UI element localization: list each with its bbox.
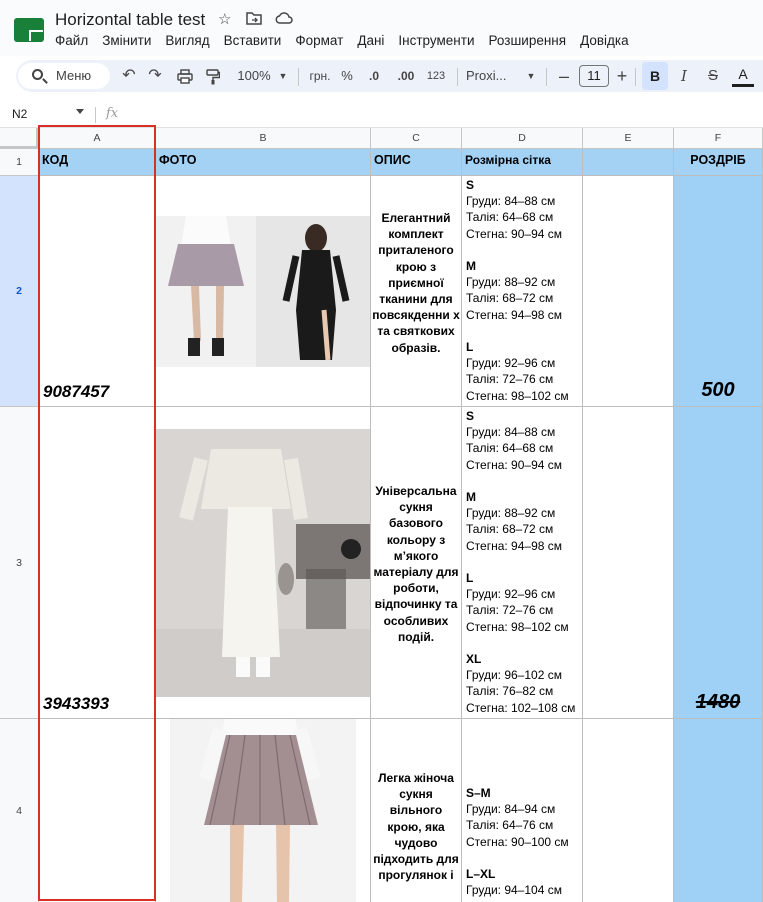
formula-bar: N2 fx (0, 102, 763, 128)
row-header-1[interactable]: 1 (0, 149, 39, 176)
increase-decimal-button[interactable]: .00 (393, 60, 419, 92)
empty-cell[interactable] (583, 407, 674, 719)
product-code: 3943393 (43, 694, 110, 713)
document-title[interactable]: Horizontal table test (55, 10, 205, 30)
header-cell-size-chart[interactable]: Розмірна сітка (462, 149, 583, 176)
row-header-3[interactable]: 3 (0, 407, 39, 719)
toolbar-divider (635, 68, 636, 86)
cloud-saved-icon[interactable] (275, 11, 293, 30)
row-header-2[interactable]: 2 (0, 176, 39, 407)
menu-view[interactable]: Вигляд (165, 33, 209, 48)
product-photo (156, 216, 370, 367)
photo-cell[interactable] (156, 176, 371, 407)
formula-divider (95, 107, 96, 123)
description-cell[interactable]: Елегантний комплект приталеного крою з п… (371, 176, 462, 407)
price-cell[interactable]: 1480 (674, 407, 763, 719)
menu-file[interactable]: Файл (55, 33, 88, 48)
toolbar-divider (457, 68, 458, 86)
undo-icon[interactable]: ↶ (118, 60, 140, 92)
header-cell-code[interactable]: КОД (39, 149, 156, 176)
header-cell-retail[interactable]: РОЗДРІБ (674, 149, 763, 176)
photo-cell[interactable] (156, 719, 371, 902)
print-icon[interactable] (174, 60, 196, 92)
font-select[interactable]: Proxi... (466, 60, 512, 92)
size-chart-cell[interactable]: S Груди: 84–88 см Талія: 64–68 см Стегна… (462, 176, 583, 407)
toolbar: Меню ↶ ↷ 100% ▼ грн. % .0 .00 123 Proxi.… (16, 60, 763, 92)
toolbar-divider (546, 68, 547, 86)
font-size-input[interactable]: 11 (579, 65, 609, 87)
select-all-corner[interactable] (0, 128, 39, 149)
menu-data[interactable]: Дані (357, 33, 384, 48)
column-header-a[interactable]: A (39, 128, 156, 149)
size-chart: S–M Груди: 84–94 см Талія: 64–76 см Стег… (466, 786, 569, 898)
code-cell[interactable]: 9087457 (39, 176, 156, 407)
column-headers: A B C D E F (0, 128, 763, 149)
menu-help[interactable]: Довідка (580, 33, 629, 48)
name-box[interactable]: N2 (12, 107, 27, 121)
retail-price: 1480 (695, 691, 741, 713)
search-icon (32, 69, 43, 80)
column-header-c[interactable]: C (371, 128, 462, 149)
product-description: Універсальна сукня базового кольору з м’… (373, 484, 459, 644)
decrease-font-size-icon[interactable]: – (556, 60, 572, 92)
size-chart-cell[interactable]: S Груди: 84–88 см Талія: 64–68 см Стегна… (462, 407, 583, 719)
toolbar-divider (298, 68, 299, 86)
percent-format-button[interactable]: % (338, 60, 356, 92)
menu-insert[interactable]: Вставити (224, 33, 282, 48)
title-bar: Horizontal table test ☆ Файл Змінити Виг… (0, 0, 763, 56)
description-cell[interactable]: Легка жіноча сукня вільного крою, яка чу… (371, 719, 462, 902)
row-header-4[interactable]: 4 (0, 719, 39, 902)
header-cell-description[interactable]: ОПИС (371, 149, 462, 176)
zoom-select[interactable]: 100% (232, 60, 276, 92)
text-color-button[interactable]: A (732, 63, 754, 87)
column-header-f[interactable]: F (674, 128, 763, 149)
menu-bar: Файл Змінити Вигляд Вставити Формат Дані… (55, 33, 643, 48)
product-code: 9087457 (43, 382, 110, 401)
chevron-down-icon[interactable]: ▼ (278, 60, 288, 92)
menu-extensions[interactable]: Розширення (489, 33, 567, 48)
decrease-decimal-button[interactable]: .0 (363, 60, 385, 92)
price-cell[interactable]: 500 (674, 176, 763, 407)
empty-cell[interactable] (583, 719, 674, 902)
code-cell[interactable]: 3943393 (39, 407, 156, 719)
redo-icon[interactable]: ↷ (144, 60, 166, 92)
chevron-down-icon[interactable]: ▼ (526, 60, 536, 92)
header-cell-photo[interactable]: ФОТО (156, 149, 371, 176)
strikethrough-button[interactable]: S (704, 60, 722, 92)
paint-format-icon[interactable] (202, 60, 224, 92)
size-chart-cell[interactable]: S–M Груди: 84–94 см Талія: 64–76 см Стег… (462, 719, 583, 902)
product-photo (156, 429, 370, 697)
fx-icon: fx (106, 106, 119, 121)
column-header-b[interactable]: B (156, 128, 371, 149)
column-header-e[interactable]: E (583, 128, 674, 149)
menu-edit[interactable]: Змінити (102, 33, 151, 48)
retail-price: 500 (701, 379, 735, 401)
increase-font-size-icon[interactable]: + (614, 60, 630, 92)
italic-button[interactable]: I (676, 60, 692, 92)
code-cell[interactable] (39, 719, 156, 902)
size-chart: S Груди: 84–88 см Талія: 64–68 см Стегна… (466, 409, 576, 715)
description-cell[interactable]: Універсальна сукня базового кольору з м’… (371, 407, 462, 719)
photo-cell[interactable] (156, 407, 371, 719)
menu-format[interactable]: Формат (295, 33, 343, 48)
sheets-logo-icon[interactable] (14, 18, 44, 42)
size-chart: S Груди: 84–88 см Талія: 64–68 см Стегна… (466, 178, 569, 403)
product-photo (170, 719, 356, 902)
currency-format-button[interactable]: грн. (305, 60, 335, 92)
search-menus-button[interactable]: Меню (18, 63, 110, 89)
price-cell[interactable] (674, 719, 763, 902)
product-description: Легка жіноча сукня вільного крою, яка чу… (373, 771, 459, 883)
move-folder-icon[interactable] (246, 11, 262, 30)
column-header-d[interactable]: D (462, 128, 583, 149)
empty-cell[interactable] (583, 176, 674, 407)
chevron-down-icon[interactable] (76, 109, 84, 114)
star-icon[interactable]: ☆ (218, 11, 231, 29)
header-cell-e[interactable] (583, 149, 674, 176)
product-description: Елегантний комплект приталеного крою з п… (372, 211, 460, 355)
number-format-button[interactable]: 123 (424, 60, 448, 92)
menu-tools[interactable]: Інструменти (398, 33, 474, 48)
bold-button[interactable]: B (642, 62, 668, 90)
